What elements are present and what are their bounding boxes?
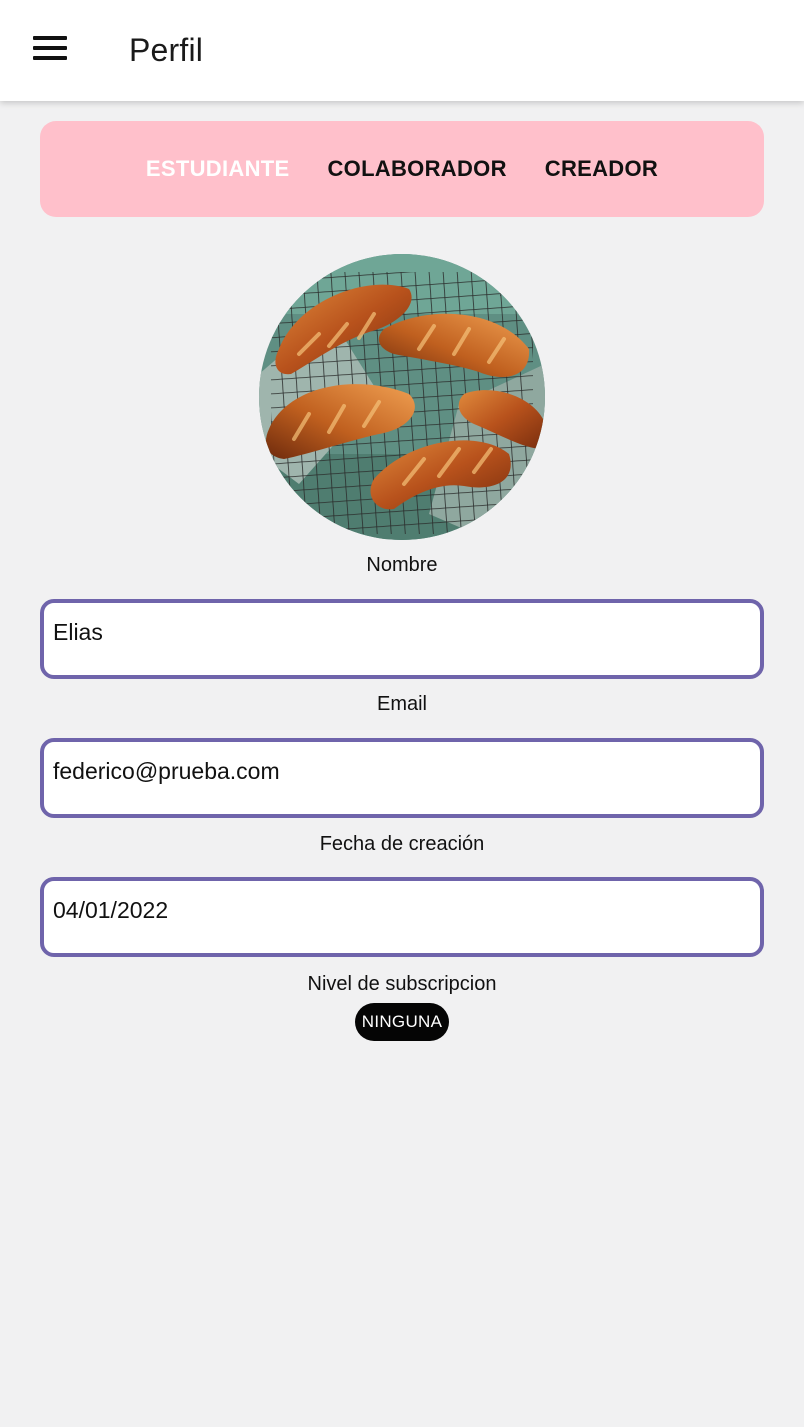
subscription-badge: NINGUNA xyxy=(355,1003,449,1041)
email-field[interactable] xyxy=(40,738,764,818)
subscription-label: Nivel de subscripcion xyxy=(307,973,497,995)
menu-icon[interactable] xyxy=(22,26,78,72)
avatar[interactable] xyxy=(259,254,545,540)
tab-colaborador[interactable]: COLABORADOR xyxy=(308,121,525,217)
app-bar: Perfil xyxy=(0,0,804,101)
menu-icon-line xyxy=(33,36,67,40)
created-date-field[interactable] xyxy=(40,877,764,957)
name-label: Nombre xyxy=(366,554,438,576)
tab-creador[interactable]: CREADOR xyxy=(526,121,677,217)
email-label: Email xyxy=(376,693,427,715)
croissant-photo-icon xyxy=(259,254,545,540)
menu-icon-line xyxy=(33,46,67,50)
page-title: Perfil xyxy=(129,32,204,68)
role-tabs: ESTUDIANTE COLABORADOR CREADOR xyxy=(40,121,764,217)
created-date-label: Fecha de creación xyxy=(319,833,485,855)
name-field[interactable] xyxy=(40,599,764,679)
tab-estudiante[interactable]: ESTUDIANTE xyxy=(127,121,309,217)
menu-icon-line xyxy=(33,56,67,60)
